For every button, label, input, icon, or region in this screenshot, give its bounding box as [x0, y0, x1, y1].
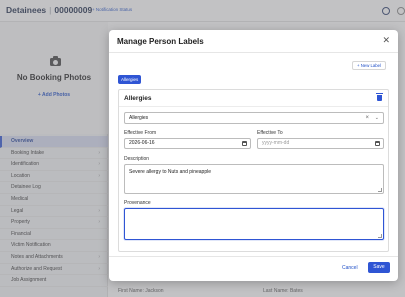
trash-icon[interactable]: [376, 93, 383, 101]
effective-to-label: Effective To: [257, 130, 283, 136]
label-select[interactable]: Allergies × ⌄: [124, 112, 384, 124]
modal-footer: Cancel Save: [109, 256, 398, 281]
provenance-field[interactable]: [124, 208, 384, 240]
description-value: Severe allergy to Nuts and pineapple: [129, 169, 211, 175]
clear-icon[interactable]: ×: [365, 113, 369, 123]
calendar-icon[interactable]: [375, 141, 380, 146]
effective-to-placeholder: yyyy-mm-dd: [262, 140, 290, 146]
modal-header: Manage Person Labels ✕: [109, 30, 398, 53]
card-title: Allergies: [124, 95, 152, 102]
chevron-down-icon[interactable]: ⌄: [375, 113, 379, 123]
close-icon[interactable]: ✕: [382, 36, 390, 45]
cancel-button[interactable]: Cancel: [342, 265, 358, 271]
effective-from-label: Effective From: [124, 130, 157, 136]
calendar-icon[interactable]: [242, 141, 247, 146]
label-card: Allergies Allergies × ⌄ Effective From 2…: [118, 89, 389, 252]
save-button[interactable]: Save: [368, 262, 390, 273]
new-label-button[interactable]: + New Label: [352, 61, 387, 70]
description-label: Description: [124, 156, 150, 162]
modal-title: Manage Person Labels: [117, 37, 204, 46]
provenance-label: Provenance: [124, 200, 151, 206]
effective-from-value: 2026-06-16: [129, 140, 155, 146]
card-divider: [119, 106, 388, 107]
resize-handle[interactable]: [378, 234, 382, 238]
manage-person-labels-dialog: Manage Person Labels ✕ + New Label Aller…: [109, 30, 398, 281]
label-chip[interactable]: Allergies: [118, 75, 142, 84]
effective-to-input[interactable]: yyyy-mm-dd: [257, 138, 384, 149]
label-select-value: Allergies: [129, 115, 149, 121]
effective-from-input[interactable]: 2026-06-16: [124, 138, 251, 149]
modal-body: + New Label Allergies Allergies Allergie…: [109, 54, 398, 254]
resize-handle[interactable]: [378, 188, 382, 192]
description-field[interactable]: Severe allergy to Nuts and pineapple: [124, 164, 384, 194]
